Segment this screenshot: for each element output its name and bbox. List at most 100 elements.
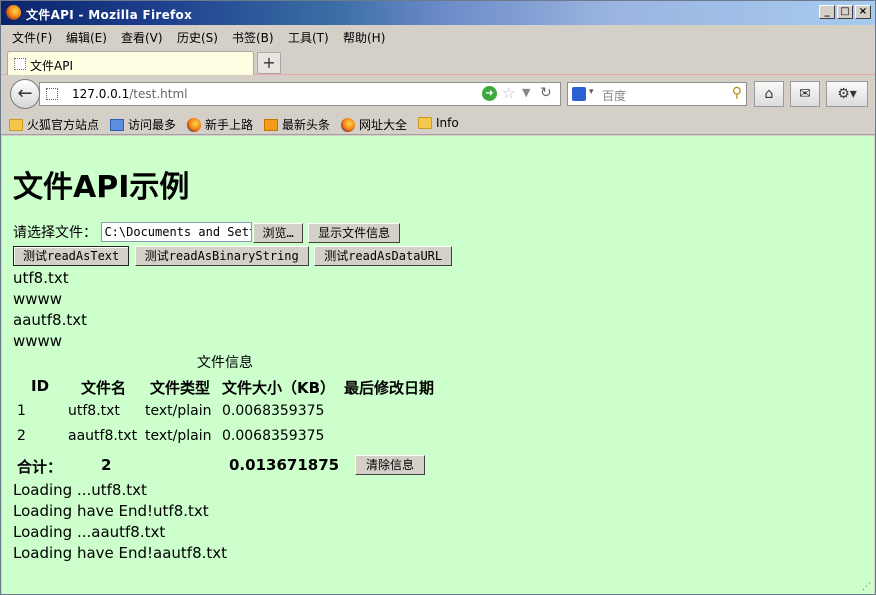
menu-bookmarks[interactable]: 书签(B) (232, 29, 274, 46)
url-text[interactable]: 127.0.0.1/test.html (72, 87, 188, 101)
mail-button[interactable]: ✉ (790, 81, 820, 107)
bookmark-label: 访问最多 (128, 118, 177, 132)
folder-icon (9, 118, 23, 131)
reload-icon[interactable]: ↻ (540, 85, 552, 101)
new-tab-button[interactable]: + (257, 52, 281, 74)
home-icon: ⌂ (764, 86, 774, 102)
close-button[interactable]: × (855, 5, 871, 19)
page-icon (14, 58, 26, 70)
log-line: Loading ...utf8.txt (13, 481, 147, 499)
back-arrow-icon: ← (17, 83, 33, 104)
log-line: Loading have End!aautf8.txt (13, 544, 228, 562)
table-header: 文件大小（KB） (222, 379, 336, 397)
url-path: /test.html (129, 87, 188, 101)
window-title: 文件API - Mozilla Firefox (26, 8, 193, 22)
back-button[interactable]: ← (10, 79, 40, 109)
table-caption: 文件信息 (197, 355, 253, 371)
bookmark-label: 网址大全 (359, 118, 408, 132)
bookmark-item[interactable]: 网址大全 (341, 116, 407, 133)
bookmarks-bar: 火狐官方站点 访问最多 新手上路 最新头条 网址大全 Info (1, 112, 875, 135)
title-bar: 文件API - Mozilla Firefox _ □ × (1, 1, 875, 25)
menu-bar: 文件(F) 编辑(E) 查看(V) 历史(S) 书签(B) 工具(T) 帮助(H… (1, 25, 875, 47)
addon-button[interactable]: ⚙▾ (826, 81, 868, 107)
url-bar[interactable]: 127.0.0.1/test.html ➜ ☆ ▼ ↻ (39, 82, 561, 106)
table-header: 文件名 (81, 379, 127, 397)
read-buttons-row: 测试readAsText 测试readAsBinaryString 测试read… (13, 246, 453, 266)
table-cell: 0.0068359375 (222, 403, 325, 419)
bookmark-star-icon[interactable]: ☆ (502, 84, 515, 102)
total-label: 合计： (17, 458, 63, 476)
firefox-icon (187, 117, 201, 132)
bookmark-item[interactable]: 最新头条 (264, 116, 330, 133)
search-bar[interactable]: 🐾 ▾ 百度 ⚲ (567, 82, 747, 106)
log-line: Loading have End!utf8.txt (13, 502, 209, 520)
read-as-dataurl-button[interactable]: 测试readAsDataURL (314, 246, 453, 266)
menu-file[interactable]: 文件(F) (12, 29, 52, 46)
go-icon[interactable]: ➜ (482, 86, 497, 101)
home-button[interactable]: ⌂ (754, 81, 784, 107)
window-controls: _ □ × (819, 5, 871, 19)
search-engine-dropdown-icon[interactable]: ▾ (589, 87, 594, 97)
table-cell: 1 (17, 403, 26, 419)
output-line: wwww (13, 332, 63, 350)
table-cell: text/plain (145, 428, 212, 444)
output-line: aautf8.txt (13, 311, 88, 329)
bookmark-item[interactable]: 火狐官方站点 (9, 116, 99, 133)
file-path-input[interactable]: C:\Documents and Sett (101, 222, 253, 242)
navigation-bar: 127.0.0.1/test.html ➜ ☆ ▼ ↻ ← 🐾 ▾ 百度 ⚲ ⌂… (1, 76, 875, 112)
history-dropdown-icon[interactable]: ▼ (522, 86, 530, 99)
bookmark-label: 新手上路 (205, 118, 254, 132)
maximize-button[interactable]: □ (837, 5, 853, 19)
table-header: ID (31, 377, 50, 395)
show-file-info-button[interactable]: 显示文件信息 (308, 223, 401, 243)
tab-file-api[interactable]: 文件API (7, 51, 254, 75)
page-content: 文件API示例 请选择文件： C:\Documents and Sett 浏览… … (2, 136, 874, 594)
rss-icon (264, 118, 278, 131)
table-cell: utf8.txt (68, 403, 120, 419)
folder-icon (418, 117, 432, 129)
firefox-icon (6, 5, 21, 20)
table-cell: 2 (17, 428, 26, 444)
browser-window: 文件API - Mozilla Firefox _ □ × 文件(F) 编辑(E… (0, 0, 876, 595)
file-choose-row: 请选择文件： C:\Documents and Sett 浏览… 显示文件信息 (13, 222, 401, 243)
smart-folder-icon (110, 118, 124, 131)
total-count: 2 (101, 456, 112, 474)
browse-button[interactable]: 浏览… (253, 223, 303, 243)
site-identity-icon[interactable] (46, 88, 58, 100)
mail-icon: ✉ (799, 86, 811, 102)
page-title: 文件API示例 (13, 170, 190, 205)
log-line: Loading ...aautf8.txt (13, 523, 166, 541)
menu-edit[interactable]: 编辑(E) (66, 29, 107, 46)
table-header: 文件类型 (150, 379, 211, 397)
addon-icon: ⚙▾ (837, 86, 857, 102)
total-size: 0.013671875 (229, 456, 340, 474)
output-line: wwww (13, 290, 63, 308)
menu-view[interactable]: 查看(V) (121, 29, 163, 46)
bookmark-item[interactable]: Info (418, 116, 459, 130)
tab-title: 文件API (30, 59, 73, 73)
bookmark-label: Info (436, 116, 459, 130)
url-host: 127.0.0.1 (72, 87, 130, 101)
choose-label: 请选择文件： (13, 225, 97, 241)
search-placeholder: 百度 (602, 89, 627, 103)
read-as-binary-button[interactable]: 测试readAsBinaryString (134, 246, 309, 266)
menu-help[interactable]: 帮助(H) (343, 29, 385, 46)
output-line: utf8.txt (13, 269, 69, 287)
bookmark-label: 火狐官方站点 (27, 118, 100, 132)
bookmark-label: 最新头条 (282, 118, 331, 132)
read-as-text-button[interactable]: 测试readAsText (13, 246, 130, 266)
table-cell: text/plain (145, 403, 212, 419)
table-header: 最后修改日期 (344, 379, 435, 397)
minimize-button[interactable]: _ (819, 5, 835, 19)
table-cell: aautf8.txt (68, 428, 138, 444)
resize-grip-icon[interactable]: ⋰ (862, 582, 872, 592)
search-engine-icon[interactable]: 🐾 (572, 87, 586, 101)
search-icon[interactable]: ⚲ (732, 85, 742, 101)
menu-tools[interactable]: 工具(T) (288, 29, 329, 46)
bookmark-item[interactable]: 新手上路 (187, 116, 253, 133)
clear-info-button[interactable]: 清除信息 (355, 455, 426, 475)
menu-history[interactable]: 历史(S) (177, 29, 218, 46)
tab-strip: 文件API + (1, 47, 875, 75)
table-cell: 0.0068359375 (222, 428, 325, 444)
bookmark-item[interactable]: 访问最多 (110, 116, 176, 133)
